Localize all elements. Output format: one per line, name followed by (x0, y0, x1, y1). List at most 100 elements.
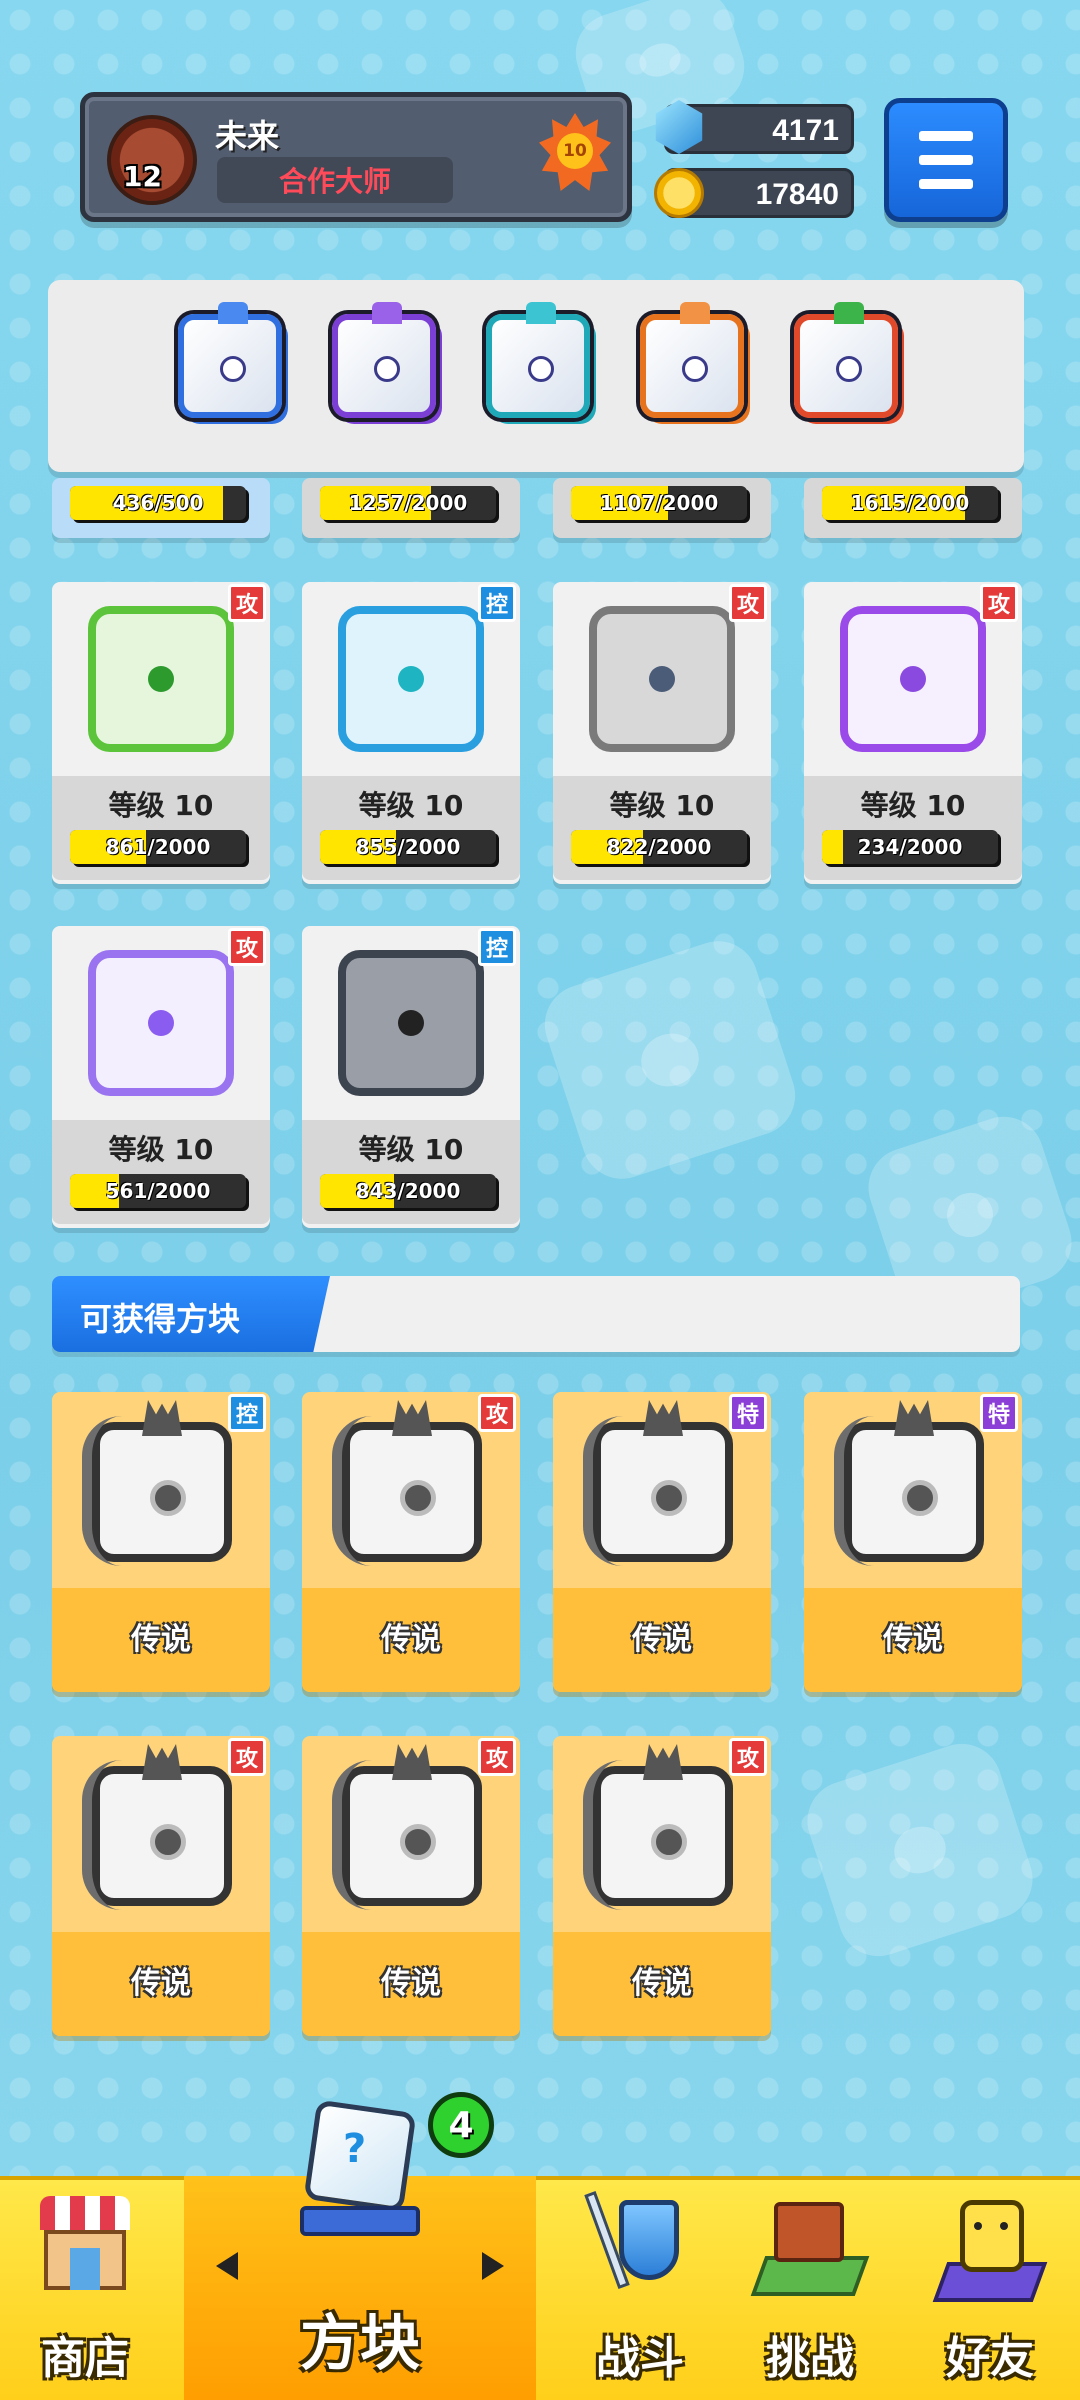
xp-text: 1107/2000 (599, 491, 719, 515)
dice-pip (398, 1010, 424, 1036)
player-title-box: 合作大师 (217, 157, 453, 203)
dice-card[interactable]: 攻等级 10 561/2000 (52, 926, 270, 1228)
dragon-crest-icon (142, 1400, 182, 1436)
dice-level: 等级 10 (609, 789, 715, 822)
challenge-icon (750, 2196, 870, 2306)
legendary-dice-card[interactable]: 攻传说 (302, 1736, 520, 2036)
section-title: 可获得方块 (80, 1300, 241, 1338)
dice-card[interactable]: 攻等级 10 861/2000 (52, 582, 270, 884)
dice-level: 等级 10 (108, 789, 214, 822)
dice-card[interactable]: 控等级 10 843/2000 (302, 926, 520, 1228)
rarity-label: 传说 (381, 1622, 441, 1657)
menu-line (919, 179, 973, 189)
dice-type-tag: 特 (729, 1394, 767, 1432)
dice-type-tag: 攻 (228, 928, 266, 966)
menu-line (919, 155, 973, 165)
dice-face-icon (88, 606, 234, 752)
xp-text: 561/2000 (105, 1179, 211, 1203)
legendary-dice-card[interactable]: 攻传说 (553, 1736, 771, 2036)
dice-level: 等级 10 (358, 789, 464, 822)
dragon-crest-icon (142, 1744, 182, 1780)
dice-card[interactable]: 攻等级 10 234/2000 (804, 582, 1022, 884)
nav-friends[interactable]: 好友 (900, 2176, 1080, 2400)
shop-icon (30, 2196, 140, 2306)
xp-bar: 861/2000 (70, 830, 246, 864)
rank-value: 10 (557, 133, 593, 169)
dice-card[interactable]: 1257/2000 (302, 478, 520, 538)
deck-slot-crest-icon (526, 302, 556, 324)
deck-slot-crest-icon (218, 302, 248, 324)
rarity-label: 传说 (381, 1966, 441, 2001)
xp-text: 843/2000 (355, 1179, 461, 1203)
xp-text: 436/500 (112, 491, 204, 515)
dice-face-icon (589, 606, 735, 752)
xp-text: 1615/2000 (850, 491, 970, 515)
dice-type-tag: 控 (228, 1394, 266, 1432)
dice-type-tag: 控 (478, 928, 516, 966)
dice-face-icon (88, 950, 234, 1096)
deck-slot[interactable] (486, 314, 590, 418)
dice-face-icon (338, 606, 484, 752)
dice-card[interactable]: 控等级 10 855/2000 (302, 582, 520, 884)
legendary-dice-card[interactable]: 特传说 (553, 1392, 771, 1692)
nav-challenge[interactable]: 挑战 (730, 2176, 890, 2400)
dice-card[interactable]: 1615/2000 (804, 478, 1022, 538)
rarity-label: 传说 (131, 1622, 191, 1657)
coin-icon (654, 168, 704, 218)
dice-pip (900, 666, 926, 692)
dragon-crest-icon (643, 1744, 683, 1780)
dice-type-tag: 攻 (478, 1394, 516, 1432)
deck-slot[interactable] (640, 314, 744, 418)
dice-type-tag: 攻 (228, 1738, 266, 1776)
deck-slot[interactable] (178, 314, 282, 418)
player-title: 合作大师 (278, 165, 391, 198)
deck-slot[interactable] (794, 314, 898, 418)
player-profile-panel[interactable]: 12 未来 合作大师 10 (80, 92, 632, 222)
dice-pip (398, 666, 424, 692)
legendary-dice-card[interactable]: 控传说 (52, 1392, 270, 1692)
nav-blocks[interactable]: ? 方块 (190, 2099, 530, 2400)
xp-bar: 1107/2000 (571, 486, 747, 520)
xp-text: 234/2000 (857, 835, 963, 859)
dice-pip (649, 666, 675, 692)
dice-card[interactable]: 攻等级 10 822/2000 (553, 582, 771, 884)
nav-blocks-label: 方块 (300, 2309, 420, 2379)
xp-bar: 234/2000 (822, 830, 998, 864)
legendary-dice-card[interactable]: 特传说 (804, 1392, 1022, 1692)
dragon-crest-icon (643, 1400, 683, 1436)
legendary-dice-face-icon (332, 1416, 482, 1566)
xp-bar: 843/2000 (320, 1174, 496, 1208)
dice-face-icon (840, 606, 986, 752)
legendary-dice-card[interactable]: 攻传说 (302, 1392, 520, 1692)
legendary-dice-face-icon (82, 1760, 232, 1910)
dice-type-tag: 攻 (729, 584, 767, 622)
xp-text: 822/2000 (606, 835, 712, 859)
xp-bar: 561/2000 (70, 1174, 246, 1208)
dice-type-tag: 攻 (980, 584, 1018, 622)
dice-type-tag: 攻 (478, 1738, 516, 1776)
nav-battle[interactable]: 战斗 (560, 2176, 720, 2400)
dragon-crest-icon (894, 1400, 934, 1436)
nav-shop[interactable]: 商店 (0, 2176, 170, 2400)
dice-face-icon (338, 950, 484, 1096)
legendary-dice-card[interactable]: 攻传说 (52, 1736, 270, 2036)
background-dice (797, 1733, 1043, 1967)
xp-text: 855/2000 (355, 835, 461, 859)
xp-bar: 1615/2000 (822, 486, 998, 520)
legendary-dice-face-icon (82, 1416, 232, 1566)
obtainable-section-header: 可获得方块 (52, 1276, 1020, 1352)
menu-button[interactable] (884, 98, 1008, 222)
rarity-label: 传说 (883, 1622, 943, 1657)
rarity-label: 传说 (632, 1966, 692, 2001)
dice-type-tag: 攻 (228, 584, 266, 622)
dice-card[interactable]: 436/500 (52, 478, 270, 538)
rarity-label: 传说 (632, 1622, 692, 1657)
dragon-crest-icon (392, 1744, 432, 1780)
legendary-dice-face-icon (583, 1760, 733, 1910)
dice-card[interactable]: 1107/2000 (553, 478, 771, 538)
deck-slot[interactable] (332, 314, 436, 418)
player-avatar: 12 (107, 115, 197, 205)
dice-type-tag: 特 (980, 1394, 1018, 1432)
legendary-dice-face-icon (834, 1416, 984, 1566)
legendary-dice-face-icon (332, 1760, 482, 1910)
